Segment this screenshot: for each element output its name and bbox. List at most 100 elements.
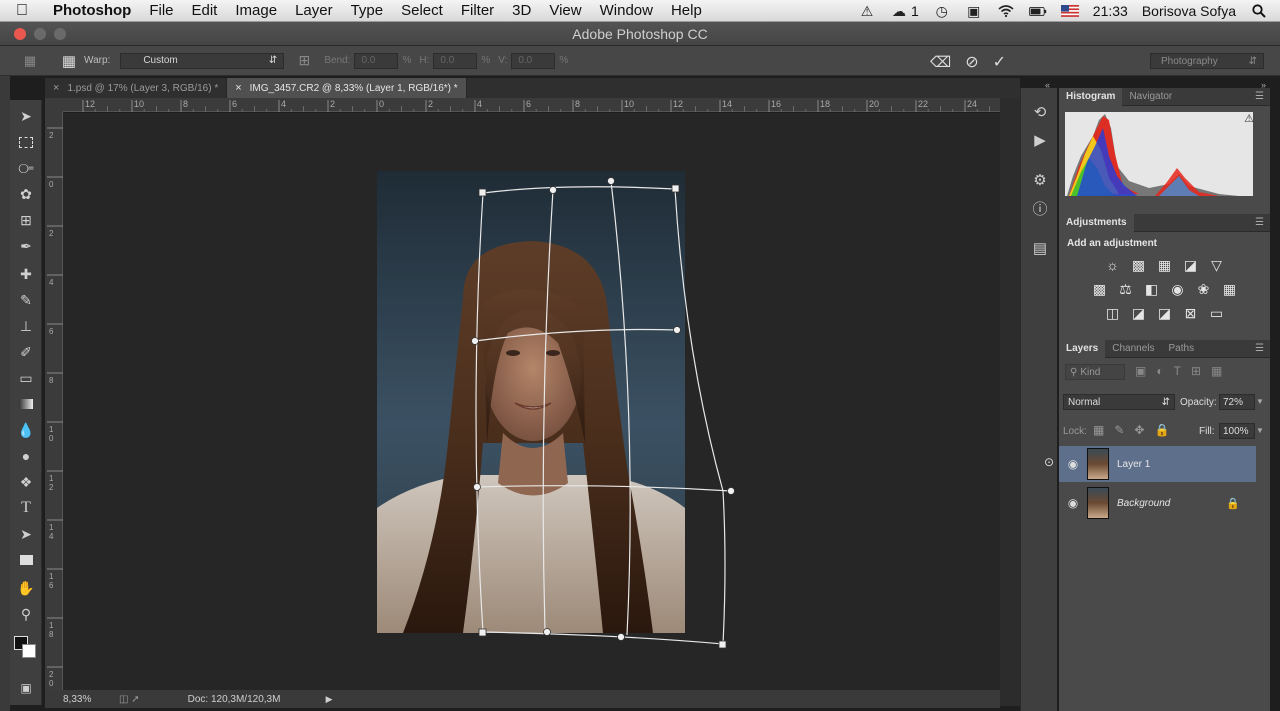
close-icon[interactable]: ×: [53, 82, 59, 94]
history-panel-icon[interactable]: ⟲: [1030, 102, 1050, 122]
menu-type[interactable]: Type: [351, 2, 384, 19]
visibility-eye-icon[interactable]: ◉: [1059, 457, 1087, 471]
opacity-input[interactable]: 72%: [1219, 394, 1255, 410]
canvas-vertical-scrollbar[interactable]: [1000, 98, 1020, 706]
brightness-contrast-icon[interactable]: ☼: [1104, 257, 1122, 273]
flag-icon[interactable]: [1060, 4, 1079, 18]
ruler-origin[interactable]: [45, 98, 63, 112]
menu-help[interactable]: Help: [671, 2, 702, 19]
tab-channels[interactable]: Channels: [1105, 340, 1161, 358]
app-menu[interactable]: Photoshop: [53, 2, 131, 19]
color-lookup-icon[interactable]: ▦: [1221, 281, 1239, 297]
warp-control-point[interactable]: [727, 487, 735, 495]
hand-tool-icon[interactable]: ✋: [16, 578, 36, 598]
shape-filter-icon[interactable]: ⊞: [1191, 364, 1201, 378]
quick-mask-icon[interactable]: ▣: [16, 678, 36, 698]
brush-tool-icon[interactable]: ✎: [16, 290, 36, 310]
workspace-select[interactable]: Photography ⇵: [1150, 53, 1264, 69]
menu-select[interactable]: Select: [401, 2, 443, 19]
menu-3d[interactable]: 3D: [512, 2, 531, 19]
menu-edit[interactable]: Edit: [192, 2, 218, 19]
gradient-tool-icon[interactable]: [16, 394, 36, 414]
photo-artwork[interactable]: [63, 113, 1000, 690]
lock-position-icon[interactable]: ✥: [1134, 423, 1144, 437]
clock[interactable]: 21:33: [1093, 3, 1128, 19]
status-menu-icon[interactable]: ▶: [326, 694, 333, 705]
wifi-icon[interactable]: [997, 4, 1015, 18]
fill-dropdown-icon[interactable]: ▼: [1256, 426, 1264, 435]
panel-menu-icon[interactable]: ☰: [1255, 91, 1264, 102]
histogram-warning-icon[interactable]: ⚠: [1244, 112, 1254, 125]
warp-corner-handle[interactable]: [478, 188, 487, 197]
display-icon[interactable]: ▣: [965, 3, 983, 19]
warning-icon[interactable]: ⚠: [858, 3, 876, 19]
user-name[interactable]: Borisova Sofya: [1142, 3, 1236, 19]
panel-menu-icon[interactable]: ☰: [1255, 217, 1264, 228]
warp-control-point[interactable]: [543, 628, 551, 636]
vertical-ruler[interactable]: 202468101214161820: [45, 112, 63, 690]
h-distort-input[interactable]: 0.0: [433, 52, 478, 69]
warp-grid-icon[interactable]: ▦: [60, 52, 78, 70]
status-icons[interactable]: ◫ ➚: [119, 694, 140, 705]
info-panel-icon[interactable]: ⓘ: [1030, 198, 1050, 218]
menu-window[interactable]: Window: [600, 2, 653, 19]
lock-pixels-icon[interactable]: ✎: [1114, 423, 1124, 437]
warp-style-select[interactable]: Custom ⇵: [120, 52, 285, 69]
type-filter-icon[interactable]: T: [1174, 364, 1181, 378]
layer-row-background[interactable]: ◉ Background 🔒: [1059, 485, 1256, 521]
healing-brush-tool-icon[interactable]: ✚: [16, 264, 36, 284]
zoom-level[interactable]: 8,33%: [63, 694, 119, 705]
tab-histogram[interactable]: Histogram: [1059, 87, 1123, 106]
invert-icon[interactable]: ◫: [1104, 305, 1122, 321]
commit-transform-icon[interactable]: ✓: [993, 52, 1006, 72]
blend-mode-select[interactable]: Normal ⇵: [1063, 394, 1175, 410]
opacity-dropdown-icon[interactable]: ▼: [1256, 397, 1264, 406]
warp-control-point[interactable]: [607, 177, 615, 185]
layer-row-layer-1[interactable]: ◉ Layer 1: [1059, 446, 1256, 482]
warp-orientation-icon[interactable]: ⊞: [284, 52, 324, 69]
zoom-tool-icon[interactable]: ⚲: [16, 604, 36, 624]
creative-cloud-icon[interactable]: ☁: [890, 3, 908, 19]
tab-paths[interactable]: Paths: [1162, 340, 1202, 358]
selective-color-icon[interactable]: ⊠: [1182, 305, 1200, 321]
gradient-map-icon[interactable]: ▭: [1208, 305, 1226, 321]
collapse-dock-icon[interactable]: «: [1045, 80, 1050, 90]
color-balance-icon[interactable]: ⚖: [1117, 281, 1135, 297]
photo-filter-icon[interactable]: ◉: [1169, 281, 1187, 297]
curves-icon[interactable]: ▦: [1156, 257, 1174, 273]
battery-icon[interactable]: [1028, 4, 1047, 18]
black-white-icon[interactable]: ◧: [1143, 281, 1161, 297]
lock-all-icon[interactable]: 🔒: [1154, 423, 1169, 437]
posterize-icon[interactable]: ◪: [1130, 305, 1148, 321]
cancel-transform-icon[interactable]: ⊘: [965, 52, 978, 72]
exposure-icon[interactable]: ◪: [1182, 257, 1200, 273]
horizontal-ruler[interactable]: 12 10 8 6 4 2 0 2 4 6 8 10 12 14 16 18 20 22 24: [63, 98, 1000, 112]
layer-comps-panel-icon[interactable]: ▤: [1030, 238, 1050, 258]
menu-layer[interactable]: Layer: [295, 2, 333, 19]
adjustment-filter-icon[interactable]: ◐: [1156, 364, 1163, 378]
lasso-tool-icon[interactable]: ⧃: [16, 158, 36, 178]
clone-stamp-tool-icon[interactable]: ⊥: [16, 316, 36, 336]
threshold-icon[interactable]: ◪: [1156, 305, 1174, 321]
eyedropper-tool-icon[interactable]: ✒: [16, 236, 36, 256]
v-distort-input[interactable]: 0.0: [511, 52, 556, 69]
actions-panel-icon[interactable]: ▶: [1030, 130, 1050, 150]
quick-selection-tool-icon[interactable]: ✿: [16, 184, 36, 204]
layer-filter-kind-select[interactable]: ⚲ Kind: [1065, 364, 1125, 380]
close-icon[interactable]: ×: [235, 82, 241, 94]
marquee-tool-icon[interactable]: [16, 132, 36, 152]
warp-mode-toggle-icon[interactable]: ⌫: [930, 53, 951, 71]
warp-control-point[interactable]: [549, 186, 557, 194]
tab-document-2[interactable]: × IMG_3457.CR2 @ 8,33% (Layer 1, RGB/16*…: [227, 78, 467, 98]
levels-icon[interactable]: ▩: [1130, 257, 1148, 273]
menu-filter[interactable]: Filter: [461, 2, 494, 19]
dodge-tool-icon[interactable]: ●: [16, 446, 36, 466]
visibility-eye-icon[interactable]: ◉: [1059, 496, 1087, 510]
vibrance-icon[interactable]: ▽: [1208, 257, 1226, 273]
menu-file[interactable]: File: [149, 2, 173, 19]
warp-corner-handle[interactable]: [478, 628, 487, 637]
layer-name[interactable]: Layer 1: [1117, 459, 1150, 470]
warp-corner-handle[interactable]: [718, 640, 727, 649]
pen-tool-icon[interactable]: ❖: [16, 472, 36, 492]
warp-control-point[interactable]: [473, 483, 481, 491]
